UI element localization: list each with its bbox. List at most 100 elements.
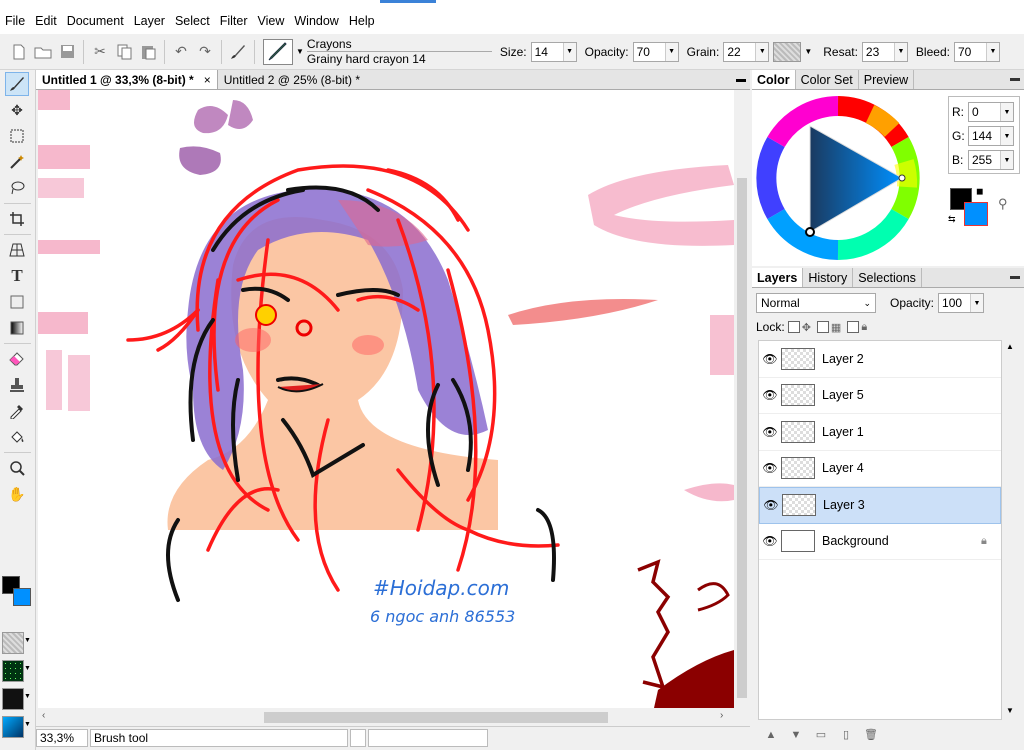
tab-preview[interactable]: Preview — [859, 70, 915, 89]
new-document-icon[interactable] — [8, 41, 30, 63]
zoom-readout[interactable]: 33,3% — [36, 728, 88, 747]
chevron-down-icon[interactable]: ▼ — [985, 42, 999, 61]
layer-row[interactable]: 👁︎ Layer 2 — [759, 341, 1001, 378]
layer-row-selected[interactable]: 👁︎ Layer 3 — [759, 487, 1001, 524]
chevron-down-icon[interactable]: ▼ — [1000, 103, 1013, 121]
crop-icon[interactable] — [5, 207, 29, 231]
scroll-right-icon[interactable]: › — [720, 710, 723, 721]
new-layer-icon[interactable]: ▯ — [835, 726, 857, 744]
panel-menu-icon[interactable]: ▬ — [736, 74, 746, 85]
layer-opacity-input[interactable]: 100 ▼ — [938, 293, 985, 313]
tab-layers[interactable]: Layers — [752, 268, 804, 287]
menu-document[interactable]: Document — [62, 8, 129, 34]
delete-layer-icon[interactable]: 🗑︎ — [860, 726, 882, 744]
brush-tool-icon[interactable] — [227, 41, 249, 63]
tab-color[interactable]: Color — [752, 70, 796, 89]
canvas-vertical-scrollbar[interactable] — [734, 90, 750, 708]
resat-input[interactable]: 23 ▼ — [861, 41, 908, 62]
chevron-down-icon[interactable]: ▼ — [24, 637, 31, 644]
eye-icon[interactable]: 👁︎ — [759, 352, 781, 366]
chevron-down-icon[interactable]: ▼ — [664, 42, 678, 61]
menu-window[interactable]: Window — [289, 8, 343, 34]
chevron-down-icon[interactable]: ▼ — [804, 47, 812, 56]
menu-select[interactable]: Select — [170, 8, 215, 34]
layer-list-scrollbar[interactable]: ▲ ▼ — [1002, 340, 1018, 720]
text-tool-icon[interactable]: T — [5, 264, 29, 288]
chevron-down-icon[interactable]: ▼ — [562, 42, 576, 61]
undo-icon[interactable]: ↶ — [170, 41, 192, 63]
chevron-down-icon[interactable]: ▼ — [24, 721, 31, 728]
chevron-down-icon[interactable]: ▼ — [1000, 127, 1013, 145]
eye-icon[interactable]: 👁︎ — [759, 425, 781, 439]
shape-tool-icon[interactable] — [5, 290, 29, 314]
menu-file[interactable]: File — [0, 8, 30, 34]
panel-menu-icon[interactable]: ▬ — [1009, 73, 1021, 85]
rect-select-icon[interactable] — [5, 124, 29, 148]
swap-colors-icon[interactable]: ⇆ — [948, 214, 956, 225]
layer-row[interactable]: 👁︎ Layer 1 — [759, 414, 1001, 451]
brush-tool-icon[interactable] — [5, 72, 29, 96]
lock-transparency-checkbox[interactable] — [816, 321, 829, 333]
eye-icon[interactable]: 👁︎ — [759, 388, 781, 402]
chevron-down-icon[interactable]: ▼ — [296, 47, 304, 56]
gradient-swatch[interactable] — [2, 716, 24, 738]
bleed-input[interactable]: 70 ▼ — [953, 41, 1000, 62]
chevron-down-icon[interactable]: ▼ — [24, 665, 31, 672]
color-wheel[interactable] — [752, 92, 928, 264]
layer-row[interactable]: 👁︎ Background 🔒︎ — [759, 524, 1001, 560]
new-folder-icon[interactable]: ▭ — [810, 726, 832, 744]
eye-icon[interactable]: 👁︎ — [759, 461, 781, 475]
tab-history[interactable]: History — [803, 268, 854, 287]
pattern-swatch[interactable] — [2, 660, 24, 682]
eye-icon[interactable]: 👁︎ — [760, 498, 782, 512]
eraser-icon[interactable] — [5, 347, 29, 371]
fill-bucket-icon[interactable] — [5, 425, 29, 449]
chevron-down-icon[interactable]: ▼ — [755, 42, 769, 61]
hand-tool-icon[interactable]: ✋ — [5, 482, 29, 506]
g-input[interactable]: 144 ▼ — [968, 126, 1014, 146]
open-folder-icon[interactable] — [32, 41, 54, 63]
scroll-thumb[interactable] — [737, 178, 747, 698]
chevron-down-icon[interactable]: ▼ — [970, 294, 984, 312]
blend-mode-select[interactable]: Normal ⌄ — [756, 293, 876, 313]
grain-input[interactable]: 22 ▼ — [723, 41, 770, 62]
menu-view[interactable]: View — [253, 8, 290, 34]
panel-menu-icon[interactable]: ▬ — [1009, 271, 1021, 283]
brush-preset-selector[interactable]: ▼ Crayons Grainy hard crayon 14 — [263, 37, 492, 66]
scroll-left-icon[interactable]: ‹ — [42, 710, 45, 721]
tab-color-set[interactable]: Color Set — [796, 70, 859, 89]
lock-position-checkbox[interactable] — [787, 321, 800, 333]
menu-edit[interactable]: Edit — [30, 8, 62, 34]
tab-untitled-1[interactable]: Untitled 1 @ 33,3% (8-bit) * × — [36, 70, 218, 89]
stamp-icon[interactable]: ⚲ — [998, 196, 1008, 212]
opacity-input[interactable]: 70 ▼ — [632, 41, 679, 62]
lock-layer-checkbox[interactable] — [847, 321, 860, 333]
zoom-icon[interactable] — [5, 456, 29, 480]
r-input[interactable]: 0 ▼ — [968, 102, 1014, 122]
grain-texture-swatch[interactable] — [773, 41, 802, 62]
perspective-icon[interactable] — [5, 238, 29, 262]
menu-layer[interactable]: Layer — [129, 8, 170, 34]
move-layer-down-icon[interactable]: ▼ — [785, 726, 807, 744]
tab-selections[interactable]: Selections — [853, 268, 922, 287]
cut-icon[interactable]: ✂ — [89, 41, 111, 63]
tab-untitled-2[interactable]: Untitled 2 @ 25% (8-bit) * — [218, 70, 366, 89]
gradient-icon[interactable] — [5, 316, 29, 340]
brush-shape-swatch[interactable] — [2, 688, 24, 710]
save-icon[interactable] — [56, 41, 78, 63]
secondary-color-swatch[interactable] — [964, 202, 988, 226]
paste-icon[interactable] — [137, 41, 159, 63]
reset-colors-icon[interactable]: ◼ — [976, 186, 983, 197]
size-input[interactable]: 14 ▼ — [530, 41, 577, 62]
paper-texture-swatch[interactable] — [2, 632, 24, 654]
magic-wand-icon[interactable] — [5, 150, 29, 174]
copy-icon[interactable] — [113, 41, 135, 63]
scroll-thumb[interactable] — [264, 712, 608, 723]
eyedropper-icon[interactable] — [5, 399, 29, 423]
secondary-color-swatch[interactable] — [13, 588, 31, 606]
chevron-down-icon[interactable]: ▼ — [24, 693, 31, 700]
chevron-down-icon[interactable]: ▼ — [893, 42, 907, 61]
menu-filter[interactable]: Filter — [215, 8, 253, 34]
layer-row[interactable]: 👁︎ Layer 4 — [759, 451, 1001, 487]
canvas-horizontal-scrollbar[interactable]: ‹ › — [38, 708, 734, 726]
